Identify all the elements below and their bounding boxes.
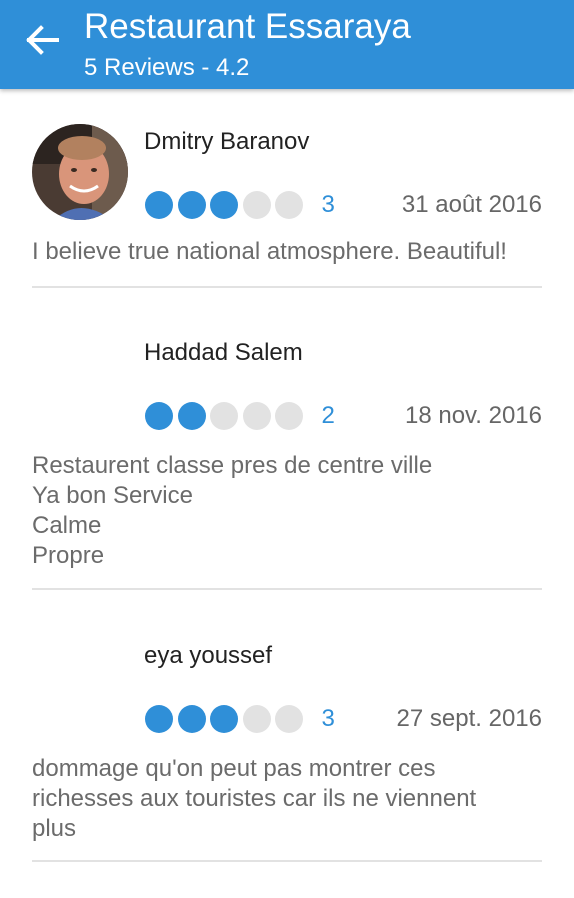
back-button[interactable]: [14, 18, 70, 62]
rating-dot-filled: [210, 705, 238, 733]
rating-dot-empty: [275, 705, 303, 733]
review-date: 31 août 2016: [401, 191, 542, 218]
review-text-line: plus: [32, 815, 77, 842]
divider: [32, 860, 542, 862]
review-text: Restaurent classe pres de centre ville Ya…: [32, 451, 552, 571]
review-text: dommage qu'on peut pas montrer ces riches…: [32, 754, 552, 844]
rating-dot-filled: [177, 705, 206, 733]
arrow-back-icon: [26, 25, 59, 55]
review-item: eya youssef 3 27 sept. 2016 dommage qu'o…: [0, 603, 574, 865]
rating-dot-filled: [210, 191, 238, 219]
rating-dot-empty: [210, 402, 238, 430]
divider: [32, 588, 542, 590]
rating-dot-filled: [145, 402, 173, 430]
review-item: Dmitry Baranov 3 31 août 2016 I believe …: [0, 89, 574, 289]
rating-dot-empty: [275, 191, 303, 219]
review-text-line: Ya bon Service: [32, 482, 193, 509]
page-title: Restaurant Essaraya: [84, 7, 411, 46]
rating-dots: 3: [145, 704, 335, 734]
rating-value: 3: [321, 191, 335, 218]
app-bar: Restaurant Essaraya 5 Reviews - 4.2: [0, 0, 574, 89]
rating-dot-filled: [145, 191, 173, 219]
rating-dot-filled: [177, 402, 206, 430]
review-text-line: richesses aux touristes car ils ne vienn…: [32, 785, 477, 812]
review-author: Dmitry Baranov: [144, 128, 310, 155]
rating-dot-filled: [177, 191, 206, 219]
review-text: I believe true national atmosphere. Beau…: [32, 237, 552, 267]
review-text-line: dommage qu'on peut pas montrer ces: [32, 755, 436, 782]
review-text-line: Restaurent classe pres de centre ville: [32, 452, 433, 479]
review-text-line: Calme: [32, 512, 102, 539]
rating-dot-filled: [145, 705, 173, 733]
rating-value: 2: [321, 402, 335, 429]
review-text-line: Propre: [32, 542, 105, 569]
rating-dots: 2: [145, 401, 335, 431]
page-subtitle: 5 Reviews - 4.2: [84, 54, 250, 81]
avatar: [32, 124, 128, 220]
review-item: Haddad Salem 2 18 nov. 2016 Restaurent c…: [0, 300, 574, 590]
rating-value: 3: [321, 705, 335, 732]
review-author: Haddad Salem: [144, 339, 303, 366]
review-date: 27 sept. 2016: [396, 705, 542, 732]
review-date: 18 nov. 2016: [404, 402, 542, 429]
rating-dot-empty: [242, 705, 271, 733]
rating-dots: 3: [145, 190, 335, 220]
review-text-line: I believe true national atmosphere. Beau…: [32, 238, 507, 265]
divider: [32, 286, 542, 288]
rating-dot-empty: [242, 191, 271, 219]
rating-dot-empty: [275, 402, 303, 430]
rating-dot-empty: [242, 402, 271, 430]
review-author: eya youssef: [144, 642, 273, 669]
